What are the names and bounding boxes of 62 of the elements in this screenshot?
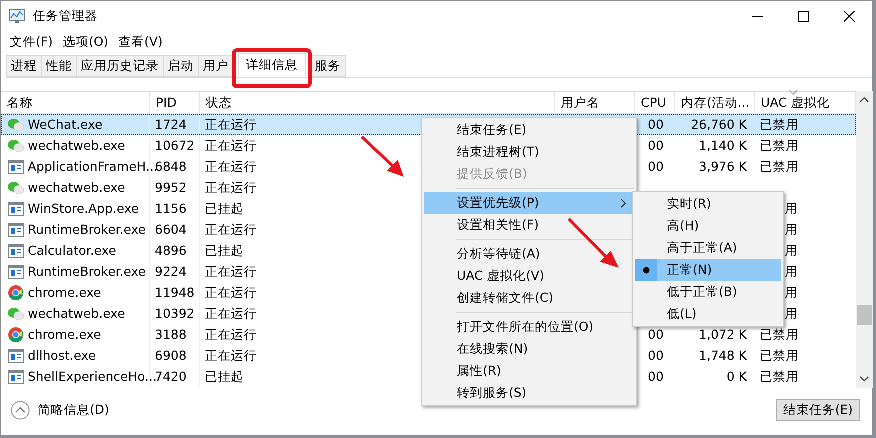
- uac-cell: 用: [785, 222, 798, 237]
- memory-cell: 1,072 K: [699, 327, 747, 342]
- memory-cell: 1,140 K: [699, 138, 747, 153]
- uac-cell: 已禁用: [760, 348, 799, 363]
- status-cell: 正在运行: [205, 264, 257, 279]
- status-cell: 已挂起: [205, 201, 244, 216]
- status-cell: 正在运行: [205, 180, 257, 195]
- process-name: wechatweb.exe: [28, 305, 126, 323]
- status-cell: 已挂起: [205, 243, 244, 258]
- pid-cell: 9952: [150, 177, 200, 198]
- uac-cell: 用: [785, 201, 798, 216]
- process-name: dllhost.exe: [28, 347, 96, 365]
- uac-cell: 用: [785, 243, 798, 258]
- pid-cell: 10672: [150, 135, 200, 156]
- window-title: 任务管理器: [33, 7, 98, 26]
- status-cell: 正在运行: [205, 159, 257, 174]
- pid-cell: 1156: [150, 198, 200, 219]
- cpu-cell: 00: [648, 348, 664, 363]
- pid-cell: 4896: [150, 240, 200, 261]
- process-name: WinStore.App.exe: [28, 200, 140, 218]
- pid-cell: 1724: [150, 114, 200, 135]
- uac-cell: 用: [785, 285, 798, 300]
- memory-cell: 3,976 K: [699, 159, 747, 174]
- uac-cell: 已禁用: [760, 159, 799, 174]
- uac-cell: 已禁用: [760, 138, 799, 153]
- uac-cell: 已禁用: [760, 117, 799, 132]
- memory-cell: 1,748 K: [699, 348, 747, 363]
- process-name: wechatweb.exe: [28, 137, 126, 155]
- cpu-cell: 00: [648, 369, 664, 384]
- pid-cell: 9224: [150, 261, 200, 282]
- pid-cell: 6604: [150, 219, 200, 240]
- process-name: RuntimeBroker.exe: [28, 263, 146, 281]
- status-cell: 正在运行: [205, 306, 257, 321]
- pid-cell: 11948: [150, 282, 200, 303]
- pid-cell: 10392: [150, 303, 200, 324]
- uac-cell: 用: [785, 264, 798, 279]
- process-name: chrome.exe: [28, 284, 102, 302]
- cpu-cell: 00: [648, 159, 664, 174]
- status-cell: 正在运行: [205, 138, 257, 153]
- uac-cell: 用: [785, 306, 798, 321]
- status-cell: 正在运行: [205, 327, 257, 342]
- process-name: Calculator.exe: [28, 242, 116, 260]
- process-name: wechatweb.exe: [28, 179, 126, 197]
- process-name: ApplicationFrameH...: [28, 158, 158, 176]
- status-cell: 正在运行: [205, 222, 257, 237]
- uac-cell: 已禁用: [760, 369, 799, 384]
- process-name: ShellExperienceHo...: [28, 368, 157, 386]
- status-cell: 已挂起: [205, 369, 244, 384]
- uac-cell: 已禁用: [760, 327, 799, 342]
- status-cell: 正在运行: [205, 117, 257, 132]
- cpu-cell: 00: [648, 138, 664, 153]
- process-name: chrome.exe: [28, 326, 102, 344]
- pid-cell: 3188: [150, 324, 200, 345]
- cpu-cell: 00: [648, 327, 664, 342]
- status-cell: 正在运行: [205, 348, 257, 363]
- cpu-cell: 00: [648, 117, 664, 132]
- status-cell: 正在运行: [205, 285, 257, 300]
- memory-cell: 26,760 K: [691, 117, 747, 132]
- pid-cell: 6908: [150, 345, 200, 366]
- memory-cell: 0 K: [726, 369, 747, 384]
- process-name: RuntimeBroker.exe: [28, 221, 146, 239]
- process-name: WeChat.exe: [28, 116, 103, 134]
